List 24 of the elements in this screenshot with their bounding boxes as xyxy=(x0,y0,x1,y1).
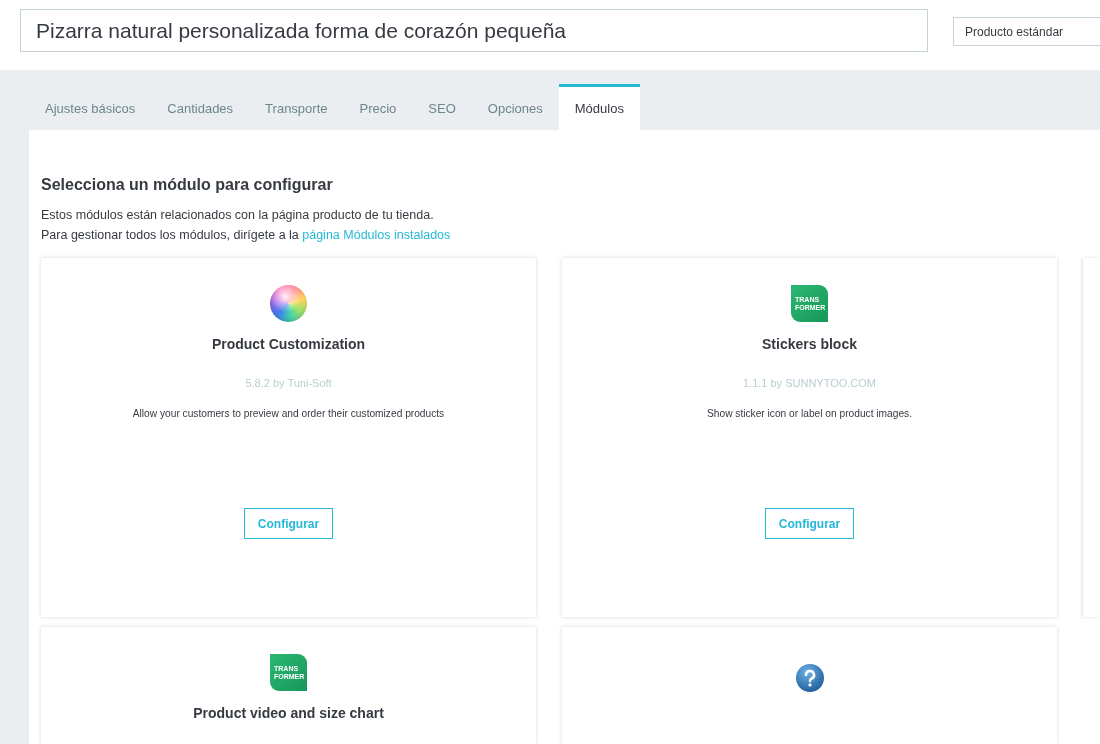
module-title: Stickers block xyxy=(762,335,857,353)
configure-button[interactable]: Configurar xyxy=(764,508,855,539)
tab[interactable]: Módulos xyxy=(558,84,640,130)
product-name-field[interactable]: Pizarra natural personalizada forma de corazón pequeña xyxy=(20,9,928,52)
module-version: 1.1.1 by SUNNYTOO.COM xyxy=(742,376,877,391)
tab[interactable]: SEO xyxy=(412,84,472,130)
module-title: Product video and size chart xyxy=(193,704,384,722)
color-sphere-icon xyxy=(270,285,307,322)
tab[interactable]: Cantidades xyxy=(151,84,250,130)
intro-text: Estos módulos están relacionados con la página producto de tu tienda. xyxy=(41,207,434,224)
configure-button[interactable]: Configurar xyxy=(243,508,334,539)
tab[interactable]: Transporte xyxy=(249,84,344,130)
tab[interactable]: Precio xyxy=(343,84,413,130)
tab[interactable]: Opciones xyxy=(471,84,559,130)
installed-modules-link[interactable]: página Módulos instalados xyxy=(302,228,451,242)
module-description: Show sticker icon or label on product images. xyxy=(707,407,912,421)
product-type-select[interactable]: Producto estándar xyxy=(953,17,1100,46)
question-mark-icon xyxy=(795,663,824,692)
tab[interactable]: Ajustes básicos xyxy=(29,84,152,130)
module-title: Product Customization xyxy=(211,335,366,353)
section-heading: Selecciona un módulo para configurar xyxy=(41,175,333,195)
module-version: 5.8.2 by Tuni-Soft xyxy=(245,376,332,391)
instruction-text: Para gestionar todos los módulos, dirígete a la página Módulos instalados xyxy=(41,227,451,244)
module-description: Allow your customers to preview and order their customized products xyxy=(132,407,445,421)
